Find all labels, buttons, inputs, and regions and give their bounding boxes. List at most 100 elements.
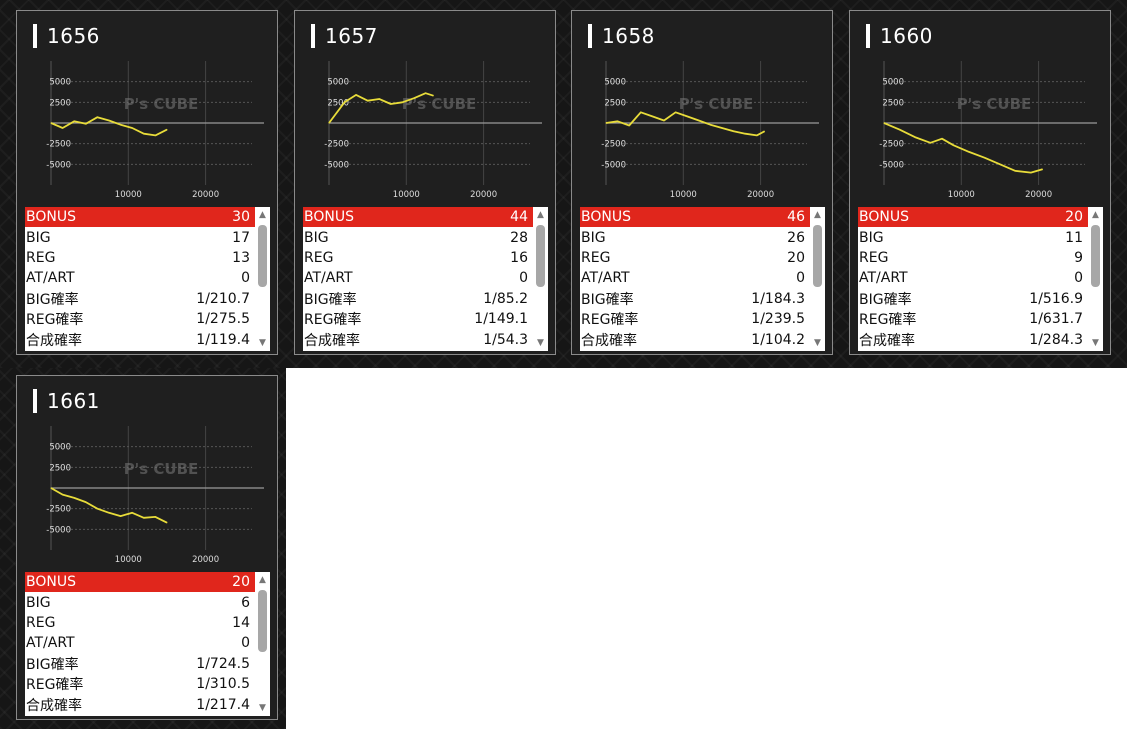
stat-value: 9: [1074, 249, 1083, 266]
stat-label: REG: [304, 249, 334, 266]
y-tick-label: -5000: [46, 525, 71, 535]
data-point: [1014, 170, 1016, 172]
machine-card[interactable]: 1656 10000 20000 5000 2500 -2500 -5000 P's CUBE…: [16, 10, 278, 355]
stats-scrollbar[interactable]: ▲ ▼: [255, 572, 270, 716]
stat-label: 合成確率: [304, 332, 360, 349]
data-point: [108, 120, 110, 122]
data-point: [143, 517, 145, 519]
title-accent-bar: [311, 24, 315, 48]
stat-value: 14: [232, 614, 250, 631]
stat-value: 30: [232, 209, 250, 226]
machine-number: 1661: [47, 389, 100, 413]
stat-row: BIG 6: [25, 592, 255, 612]
stat-value: 1/54.3: [483, 331, 528, 348]
data-point: [1041, 168, 1043, 170]
stat-value: 1/631.7: [1029, 311, 1083, 328]
balance-series-line: [605, 111, 765, 137]
data-point: [143, 133, 145, 135]
machine-card[interactable]: 1658 10000 20000 5000 2500 -2500 -5000 P's CUBE…: [571, 10, 833, 355]
stat-row: BIG確率 1/85.2: [303, 289, 533, 309]
stat-value: 1/104.2: [751, 331, 805, 348]
scrollbar-thumb[interactable]: [258, 590, 267, 652]
scroll-up-arrow-icon[interactable]: ▲: [810, 209, 825, 221]
stat-label: 合成確率: [26, 697, 82, 714]
data-point: [355, 94, 357, 96]
data-point: [50, 122, 52, 124]
scroll-up-arrow-icon[interactable]: ▲: [1088, 209, 1103, 221]
stat-row: 合成確率 1/284.3: [858, 329, 1088, 349]
ps-cube-watermark-logo: P's CUBE: [679, 95, 754, 113]
stat-label: REG: [26, 614, 56, 631]
stat-row: BIG確率 1/724.5: [25, 654, 255, 674]
data-point: [120, 515, 122, 517]
data-point: [73, 120, 75, 122]
machine-card[interactable]: 1660 10000 20000 5000 2500 -2500 -5000 P's CUBE…: [849, 10, 1111, 355]
stat-row: BIG 26: [580, 227, 810, 247]
stat-row: BIG 28: [303, 227, 533, 247]
bonus-row: BONUS 30: [25, 207, 255, 228]
y-tick-label: 2500: [882, 98, 904, 108]
y-tick-label: -5000: [46, 160, 71, 170]
scrollbar-thumb[interactable]: [813, 225, 822, 287]
stat-label: 合成確率: [581, 332, 637, 349]
stat-label: BIG確率: [859, 291, 912, 308]
scroll-up-arrow-icon[interactable]: ▲: [533, 209, 548, 221]
scroll-down-arrow-icon[interactable]: ▼: [255, 702, 270, 714]
stat-value: 20: [1065, 209, 1083, 226]
stat-label: REG確率: [859, 312, 917, 329]
data-point: [401, 101, 403, 103]
data-point: [73, 497, 75, 499]
bonus-row: BONUS 20: [858, 207, 1088, 228]
stat-value: 0: [241, 635, 250, 652]
stat-row: REG 16: [303, 248, 533, 268]
scroll-up-arrow-icon[interactable]: ▲: [255, 209, 270, 221]
stat-value: 1/149.1: [474, 311, 528, 328]
scrollbar-thumb[interactable]: [1091, 225, 1100, 287]
stats-scrollbar[interactable]: ▲ ▼: [533, 207, 548, 351]
stat-row: 合成確率 1/119.4: [25, 329, 255, 349]
stat-row: AT/ART 0: [25, 633, 255, 653]
stat-label: REG: [859, 249, 889, 266]
scroll-down-arrow-icon[interactable]: ▼: [1088, 337, 1103, 349]
machine-card[interactable]: 1661 10000 20000 5000 2500 -2500 -5000 P's CUBE…: [16, 375, 278, 720]
scrollbar-thumb[interactable]: [258, 225, 267, 287]
stats-table: BONUS 44 BIG 28 REG 16 AT/ART 0 BIG確率 1/85.2 REG確率…: [303, 207, 533, 351]
stat-label: BONUS: [26, 574, 76, 591]
data-point: [432, 95, 434, 97]
x-tick-label: 10000: [115, 555, 142, 565]
stat-row: BIG 11: [858, 227, 1088, 247]
stat-label: REG確率: [581, 312, 639, 329]
balance-line-chart: 10000 20000 5000 2500 -2500 -5000 P's CUBE: [46, 426, 264, 565]
data-point: [425, 92, 427, 94]
data-point: [744, 133, 746, 135]
scrollbar-thumb[interactable]: [536, 225, 545, 287]
stat-row: BIG確率 1/516.9: [858, 289, 1088, 309]
data-point: [96, 116, 98, 118]
scroll-down-arrow-icon[interactable]: ▼: [255, 337, 270, 349]
y-tick-label: 5000: [49, 78, 71, 88]
machine-number: 1656: [47, 24, 100, 48]
y-tick-label: 5000: [882, 78, 904, 88]
data-point: [85, 501, 87, 503]
y-tick-label: 5000: [604, 78, 626, 88]
stat-label: BONUS: [859, 209, 909, 226]
stats-scrollbar[interactable]: ▲ ▼: [255, 207, 270, 351]
stat-row: REG 13: [25, 248, 255, 268]
stats-scrollbar[interactable]: ▲ ▼: [1088, 207, 1103, 351]
scroll-down-arrow-icon[interactable]: ▼: [810, 337, 825, 349]
stats-scrollbar[interactable]: ▲ ▼: [810, 207, 825, 351]
data-point: [62, 127, 64, 129]
stat-label: BIG確率: [304, 291, 357, 308]
stat-value: 1/284.3: [1029, 331, 1083, 348]
stat-label: BONUS: [304, 209, 354, 226]
stat-value: 20: [232, 574, 250, 591]
machine-card[interactable]: 1657 10000 20000 5000 2500 -2500 -5000 P's CUBE…: [294, 10, 556, 355]
scroll-up-arrow-icon[interactable]: ▲: [255, 574, 270, 586]
data-point: [108, 512, 110, 514]
scroll-down-arrow-icon[interactable]: ▼: [533, 337, 548, 349]
data-point: [733, 130, 735, 132]
data-point: [914, 136, 916, 138]
y-tick-label: -2500: [46, 505, 71, 515]
x-tick-label: 20000: [192, 190, 219, 200]
ps-cube-watermark-logo: P's CUBE: [124, 95, 199, 113]
